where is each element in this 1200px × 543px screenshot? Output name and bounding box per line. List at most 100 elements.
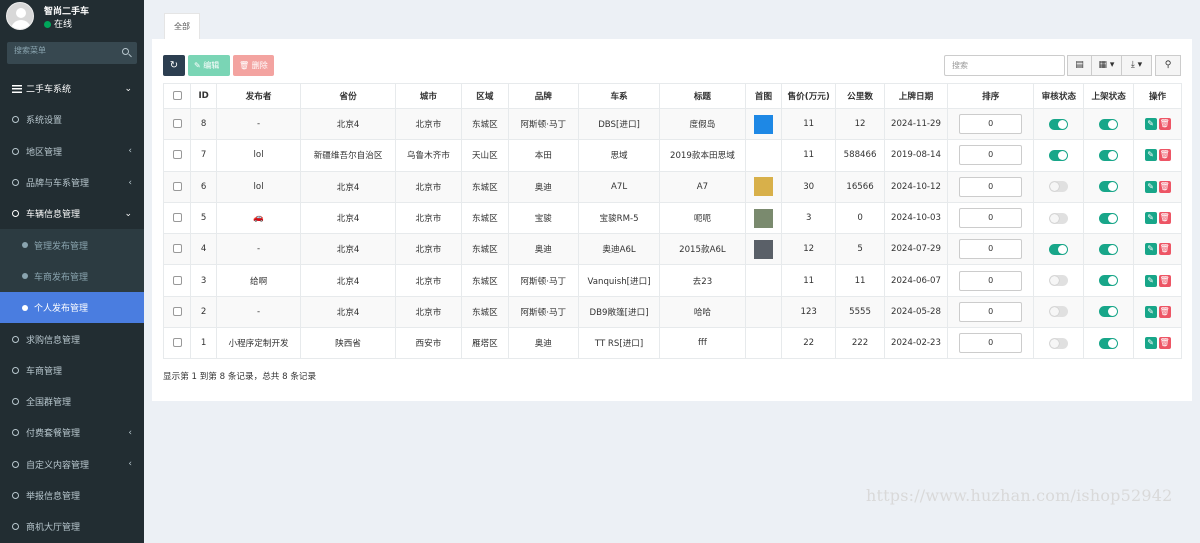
audit-toggle[interactable] [1049,149,1069,161]
delete-row-icon[interactable]: 🗑 [1158,243,1171,256]
sidebar-item-5[interactable]: 管理发布管理 [0,229,144,261]
column-header[interactable]: 品牌 [507,83,579,109]
sort-input[interactable]: 0 [959,301,1023,322]
car-thumbnail[interactable] [753,114,773,134]
audit-toggle[interactable] [1049,275,1069,287]
listed-toggle[interactable] [1099,181,1119,193]
edit-row-icon[interactable]: ✎ [1144,149,1157,162]
table-row[interactable]: 1 小程序定制开发 陕西省 西安市 雁塔区 奥迪 TT RS[进口] fff 22 222 2024… [162,327,1182,360]
listed-toggle[interactable] [1099,337,1119,349]
edit-row-icon[interactable]: ✎ [1144,243,1157,256]
sort-input[interactable]: 0 [959,176,1023,197]
audit-toggle[interactable] [1049,212,1069,224]
car-thumbnail[interactable] [753,239,773,259]
column-header[interactable]: 上牌日期 [883,83,949,109]
listed-toggle[interactable] [1099,118,1119,130]
delete-row-icon[interactable]: 🗑 [1158,305,1171,318]
delete-row-icon[interactable]: 🗑 [1158,149,1171,162]
toggle-view-button[interactable]: ▤ [1067,55,1092,76]
sidebar-item-11[interactable]: 付费套餐管理 ‹ [0,417,144,448]
table-row[interactable]: 2- 北京4 北京市 东城区 阿斯顿·马丁 DB9敞篷[进口] 哈哈 123 5555 2024-… [162,295,1182,329]
listed-toggle[interactable] [1099,149,1119,161]
car-thumbnail[interactable] [753,177,773,197]
delete-row-icon[interactable]: 🗑 [1158,118,1171,131]
delete-row-icon[interactable]: 🗑 [1158,180,1171,193]
sidebar-item-7[interactable]: 个人发布管理 [0,292,144,324]
audit-toggle[interactable] [1049,306,1069,318]
audit-toggle[interactable] [1049,118,1069,130]
table-row[interactable]: 6 lol 北京4 北京市 东城区 奥迪 A7L A7 30 16566 2024-10-12 0 ✎ 🗑 [162,170,1182,203]
sidebar-item-6[interactable]: 车商发布管理 [0,260,144,293]
column-header[interactable]: 标题 [659,83,746,109]
edit-row-icon[interactable]: ✎ [1144,337,1157,350]
sidebar-item-0[interactable]: 二手车系统 ⌄ [0,73,144,104]
column-header[interactable]: 排序 [946,83,1035,109]
delete-row-icon[interactable]: 🗑 [1158,274,1171,287]
sidebar-item-10[interactable]: 全国群管理 [0,386,144,417]
listed-toggle[interactable] [1099,275,1119,287]
audit-toggle[interactable] [1049,337,1069,349]
tab-all[interactable]: 全部 [164,13,200,39]
table-row[interactable]: 4- 北京4 北京市 东城区 奥迪 奥迪A6L 2015款A6L 12 5 2024-07-29 0… [162,233,1182,266]
column-header[interactable]: 售价(万元) [781,83,837,109]
row-checkbox[interactable] [172,150,182,160]
column-header[interactable]: 省份 [300,83,396,109]
car-thumbnail[interactable] [753,208,773,228]
table-search-input[interactable] [952,61,1052,70]
sort-input[interactable]: 0 [959,114,1023,135]
column-header[interactable]: 审核状态 [1033,83,1085,109]
sidebar-item-2[interactable]: 地区管理 ‹ [0,136,144,167]
table-row[interactable]: 3 给啊 北京4 北京市 东城区 阿斯顿·马丁 Vanquish[进口] 去23 11 11 202… [162,264,1182,297]
columns-dropdown-button[interactable]: ▦ ▾ [1091,55,1122,76]
listed-toggle[interactable] [1099,243,1119,255]
table-row[interactable]: 7 lol 新疆维吾尔自治区 乌鲁木齐市 天山区 本田 思域 2019款本田思域 11 58846… [162,139,1182,172]
audit-toggle[interactable] [1049,181,1069,193]
sidebar-item-9[interactable]: 车商管理 [0,355,144,386]
row-checkbox[interactable] [172,338,182,348]
sidebar-search-input[interactable] [14,46,114,55]
audit-toggle[interactable] [1049,243,1069,255]
column-header[interactable]: 城市 [394,83,462,109]
column-header[interactable]: 发布者 [215,83,302,109]
row-checkbox[interactable] [172,244,182,254]
search-icon[interactable] [122,48,129,55]
listed-toggle[interactable] [1099,212,1119,224]
row-checkbox[interactable] [172,275,182,285]
edit-row-icon[interactable]: ✎ [1144,180,1157,193]
row-checkbox[interactable] [172,306,182,316]
row-checkbox[interactable] [172,181,182,191]
sidebar-item-13[interactable]: 举报信息管理 [0,480,144,511]
refresh-button[interactable]: ↻ [163,55,185,76]
edit-row-icon[interactable]: ✎ [1144,305,1157,318]
sidebar-item-8[interactable]: 求购信息管理 [0,323,144,354]
edit-button[interactable]: ✎ 编辑 [188,55,230,76]
delete-row-icon[interactable]: 🗑 [1158,212,1171,225]
sort-input[interactable]: 0 [959,239,1023,260]
delete-row-icon[interactable]: 🗑 [1158,337,1171,350]
sort-input[interactable]: 0 [959,333,1023,354]
column-header[interactable]: 上架状态 [1083,83,1135,109]
advanced-search-button[interactable]: ⚲ [1155,55,1181,76]
column-header[interactable]: ID [190,83,217,109]
row-checkbox[interactable] [172,119,182,129]
export-dropdown-button[interactable]: ⤓ ▾ [1121,55,1152,76]
row-checkbox[interactable] [172,213,182,223]
sidebar-item-1[interactable]: 系统设置 [0,104,144,135]
sort-input[interactable]: 0 [959,270,1023,291]
listed-toggle[interactable] [1099,306,1119,318]
column-header[interactable]: 公里数 [835,83,885,109]
edit-row-icon[interactable]: ✎ [1144,118,1157,131]
column-header[interactable]: 操作 [1133,83,1182,109]
select-all-checkbox[interactable] [172,91,182,100]
edit-row-icon[interactable]: ✎ [1144,274,1157,287]
table-row[interactable]: 5 🚗 北京4 北京市 东城区 宝骏 宝骏RM-5 呃呃 3 0 2024-10-03 0 ✎ 🗑 [162,201,1182,235]
column-header[interactable]: 区域 [460,83,509,109]
sort-input[interactable]: 0 [959,145,1023,166]
table-row[interactable]: 8- 北京4 北京市 东城区 阿斯顿·马丁 DBS[进口] 度假岛 11 12 2024-11-2… [162,107,1182,141]
sort-input[interactable]: 0 [959,208,1023,229]
sidebar-item-12[interactable]: 自定义内容管理 ‹ [0,449,144,480]
sidebar-item-14[interactable]: 商机大厅管理 [0,511,144,542]
column-header[interactable]: 车系 [577,83,661,109]
sidebar-item-4[interactable]: 车辆信息管理 ⌄ [0,198,144,229]
delete-button[interactable]: 🗑 删除 [233,55,274,76]
